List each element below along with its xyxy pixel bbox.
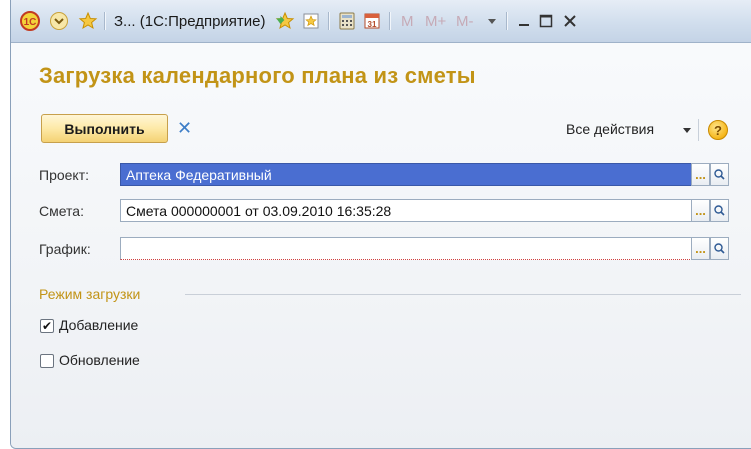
bookmark-icon[interactable] (301, 11, 321, 31)
toolbar-separator (698, 119, 699, 141)
close-form-icon[interactable]: ✕ (177, 118, 195, 138)
history-icon[interactable] (48, 11, 70, 31)
estimate-field[interactable]: Смета 000000001 от 03.09.2010 16:35:28 (120, 199, 692, 222)
load-mode-group-label: Режим загрузки (39, 286, 141, 302)
project-label: Проект: (39, 167, 90, 183)
memory-store-button[interactable]: M (401, 13, 414, 30)
add-mode-label[interactable]: Добавление (59, 317, 138, 333)
memory-add-button[interactable]: M+ (425, 13, 446, 30)
add-favorite-icon[interactable] (274, 11, 296, 31)
title-bar: 1С З... (1С:Предприятие) 31 M M+ M- (11, 0, 751, 43)
toolbar-separator (104, 12, 105, 30)
update-mode-checkbox[interactable] (40, 354, 54, 368)
schedule-select-button[interactable]: ... (691, 237, 710, 260)
app-window: 1С З... (1С:Предприятие) 31 M M+ M- Загр… (10, 0, 751, 449)
toolbar-separator (389, 12, 390, 30)
run-button[interactable]: Выполнить (41, 114, 168, 143)
window-title: З... (1С:Предприятие) (114, 13, 266, 30)
group-divider (185, 294, 741, 295)
form-title: Загрузка календарного плана из сметы (39, 63, 476, 88)
all-actions-menu[interactable]: Все действия (566, 121, 654, 137)
estimate-search-icon[interactable] (710, 199, 729, 222)
favorites-star-icon[interactable] (77, 11, 99, 31)
memory-subtract-button[interactable]: M- (456, 13, 474, 30)
svg-text:1С: 1С (24, 17, 37, 28)
schedule-field[interactable] (120, 237, 692, 260)
toolbar-separator (328, 12, 329, 30)
project-select-button[interactable]: ... (691, 163, 710, 186)
schedule-label: График: (39, 241, 91, 257)
toolbar-separator (506, 12, 507, 30)
calendar-icon[interactable]: 31 (362, 11, 382, 31)
form-content: Загрузка календарного плана из сметы Вып… (11, 43, 751, 448)
calculator-icon[interactable] (337, 11, 357, 31)
svg-text:31: 31 (368, 20, 377, 29)
estimate-label: Смета: (39, 203, 84, 219)
maximize-icon[interactable] (536, 11, 556, 31)
project-search-icon[interactable] (710, 163, 729, 186)
add-mode-checkbox[interactable]: ✔ (40, 319, 54, 333)
help-icon[interactable]: ? (708, 120, 728, 140)
project-field[interactable]: Аптека Федеративный (120, 163, 692, 186)
minimize-icon[interactable] (514, 11, 534, 31)
memory-dropdown-icon[interactable] (485, 11, 499, 31)
chevron-down-icon[interactable] (683, 128, 691, 133)
estimate-select-button[interactable]: ... (691, 199, 710, 222)
close-icon[interactable] (560, 11, 580, 31)
1c-logo-icon[interactable]: 1С (19, 11, 41, 31)
update-mode-label[interactable]: Обновление (59, 352, 140, 368)
schedule-search-icon[interactable] (710, 237, 729, 260)
